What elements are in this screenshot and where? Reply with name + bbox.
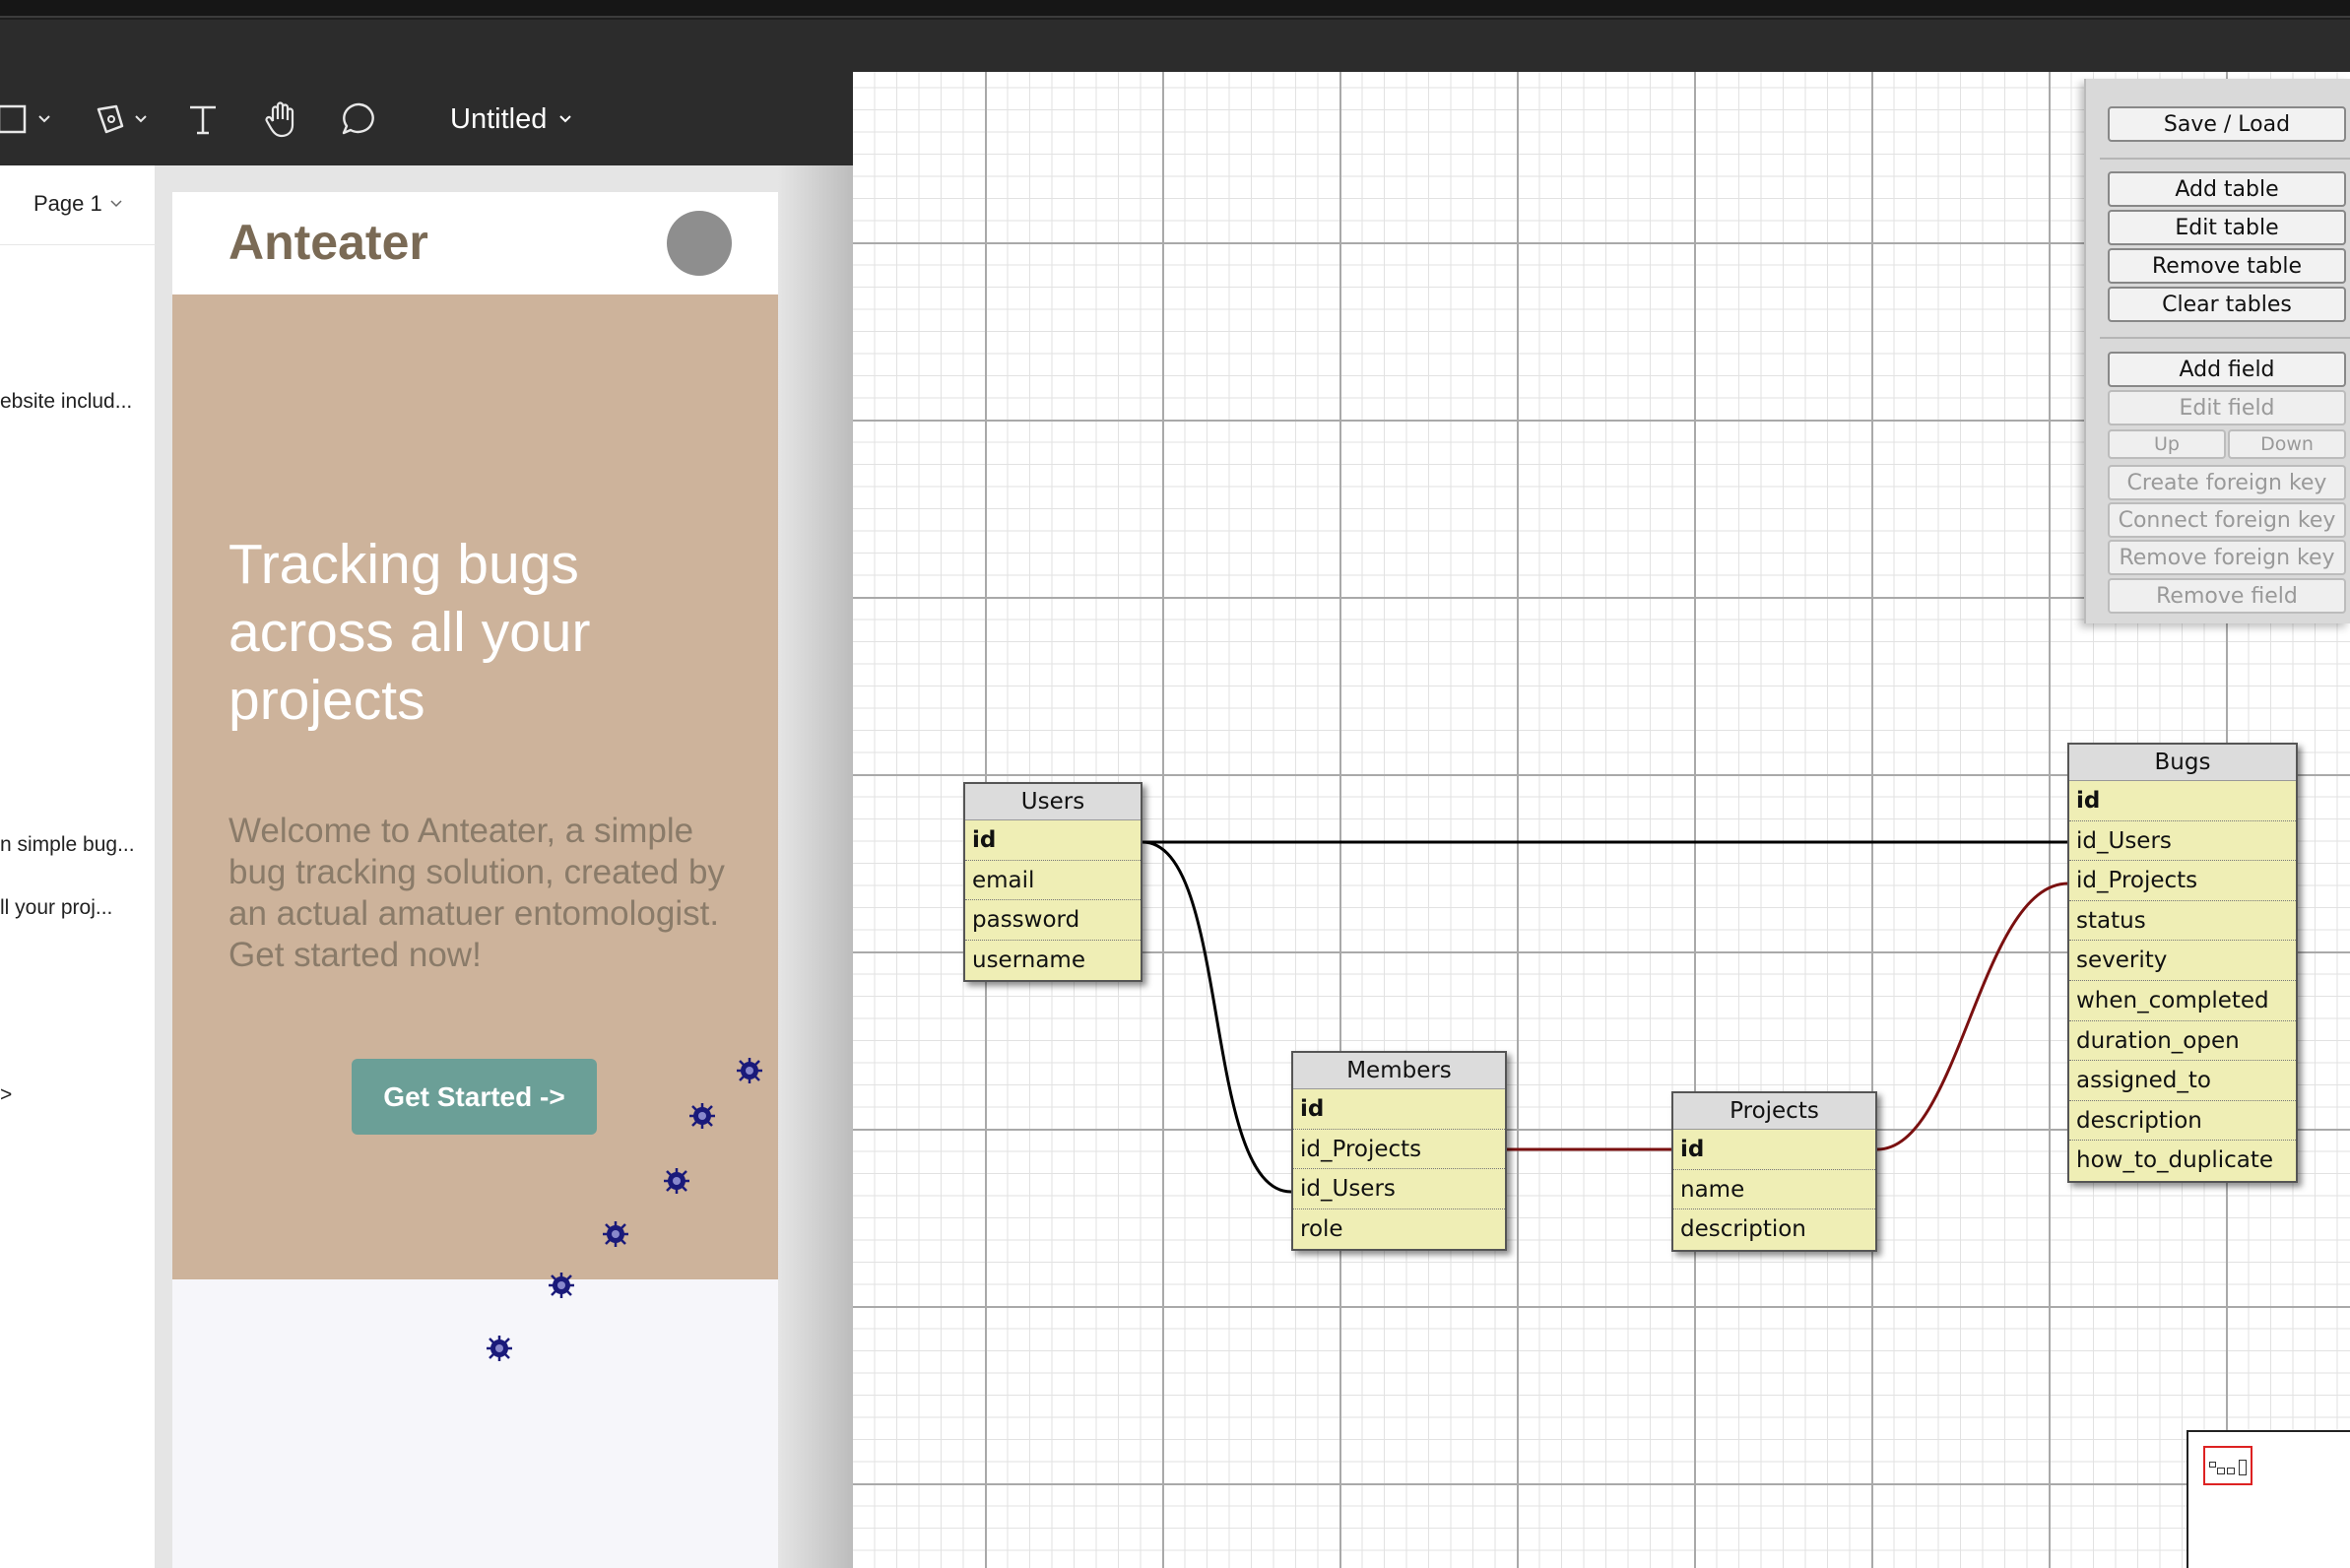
table-field[interactable]: id_Users — [1293, 1169, 1505, 1209]
minimap-table — [2217, 1468, 2225, 1474]
save-load-button[interactable]: Save / Load — [2108, 106, 2346, 142]
table-field[interactable]: description — [2069, 1101, 2296, 1142]
table-field[interactable]: how_to_duplicate — [2069, 1141, 2296, 1181]
table-field[interactable]: id — [1673, 1130, 1875, 1170]
table-field[interactable]: severity — [2069, 941, 2296, 981]
table-field[interactable]: name — [1673, 1170, 1875, 1210]
divider — [2100, 337, 2350, 339]
table-members[interactable]: Members id id_Projects id_Users role — [1291, 1051, 1507, 1252]
remove-table-button[interactable]: Remove table — [2108, 248, 2346, 284]
schema-controls-panel: Save / Load Add table Edit table Remove … — [2084, 79, 2350, 623]
minimap-table — [2227, 1468, 2235, 1474]
table-field[interactable]: id — [2069, 781, 2296, 821]
table-projects[interactable]: Projects id name description — [1671, 1091, 1877, 1252]
table-field[interactable]: id_Users — [2069, 821, 2296, 862]
minimap[interactable] — [2187, 1430, 2350, 1568]
table-field[interactable]: duration_open — [2069, 1021, 2296, 1062]
table-field[interactable]: assigned_to — [2069, 1061, 2296, 1101]
move-down-button[interactable]: Down — [2228, 429, 2346, 459]
table-field[interactable]: description — [1673, 1209, 1875, 1250]
minimap-viewport[interactable] — [2203, 1446, 2252, 1485]
edit-field-button[interactable]: Edit field — [2108, 390, 2346, 425]
table-title[interactable]: Projects — [1673, 1093, 1875, 1130]
table-title[interactable]: Members — [1293, 1053, 1505, 1089]
edit-table-button[interactable]: Edit table — [2108, 210, 2346, 245]
divider — [2100, 158, 2350, 160]
table-field[interactable]: id — [1293, 1089, 1505, 1130]
relation-users-members — [1142, 840, 1292, 1194]
table-field[interactable]: role — [1293, 1209, 1505, 1250]
minimap-table — [2239, 1460, 2247, 1475]
relation-lines — [1142, 840, 2069, 1194]
table-field[interactable]: username — [965, 941, 1141, 981]
remove-foreign-key-button[interactable]: Remove foreign key — [2108, 540, 2346, 575]
table-field[interactable]: email — [965, 861, 1141, 901]
table-field[interactable]: id_Projects — [1293, 1130, 1505, 1170]
table-field[interactable]: id_Projects — [2069, 861, 2296, 901]
relation-projects-bugs — [1876, 882, 2069, 1151]
move-up-button[interactable]: Up — [2108, 429, 2226, 459]
table-field[interactable]: id — [965, 820, 1141, 861]
remove-field-button[interactable]: Remove field — [2108, 578, 2346, 614]
add-table-button[interactable]: Add table — [2108, 171, 2346, 207]
table-title[interactable]: Bugs — [2069, 745, 2296, 781]
table-field[interactable]: when_completed — [2069, 981, 2296, 1021]
minimap-table — [2209, 1462, 2216, 1468]
table-title[interactable]: Users — [965, 784, 1141, 820]
table-field[interactable]: status — [2069, 901, 2296, 942]
table-users[interactable]: Users id email password username — [963, 782, 1142, 983]
create-foreign-key-button[interactable]: Create foreign key — [2108, 465, 2346, 500]
clear-tables-button[interactable]: Clear tables — [2108, 287, 2346, 322]
add-field-button[interactable]: Add field — [2108, 352, 2346, 387]
table-field[interactable]: password — [965, 900, 1141, 941]
connect-foreign-key-button[interactable]: Connect foreign key — [2108, 502, 2346, 538]
table-bugs[interactable]: Bugs id id_Users id_Projects status seve… — [2067, 743, 2298, 1183]
